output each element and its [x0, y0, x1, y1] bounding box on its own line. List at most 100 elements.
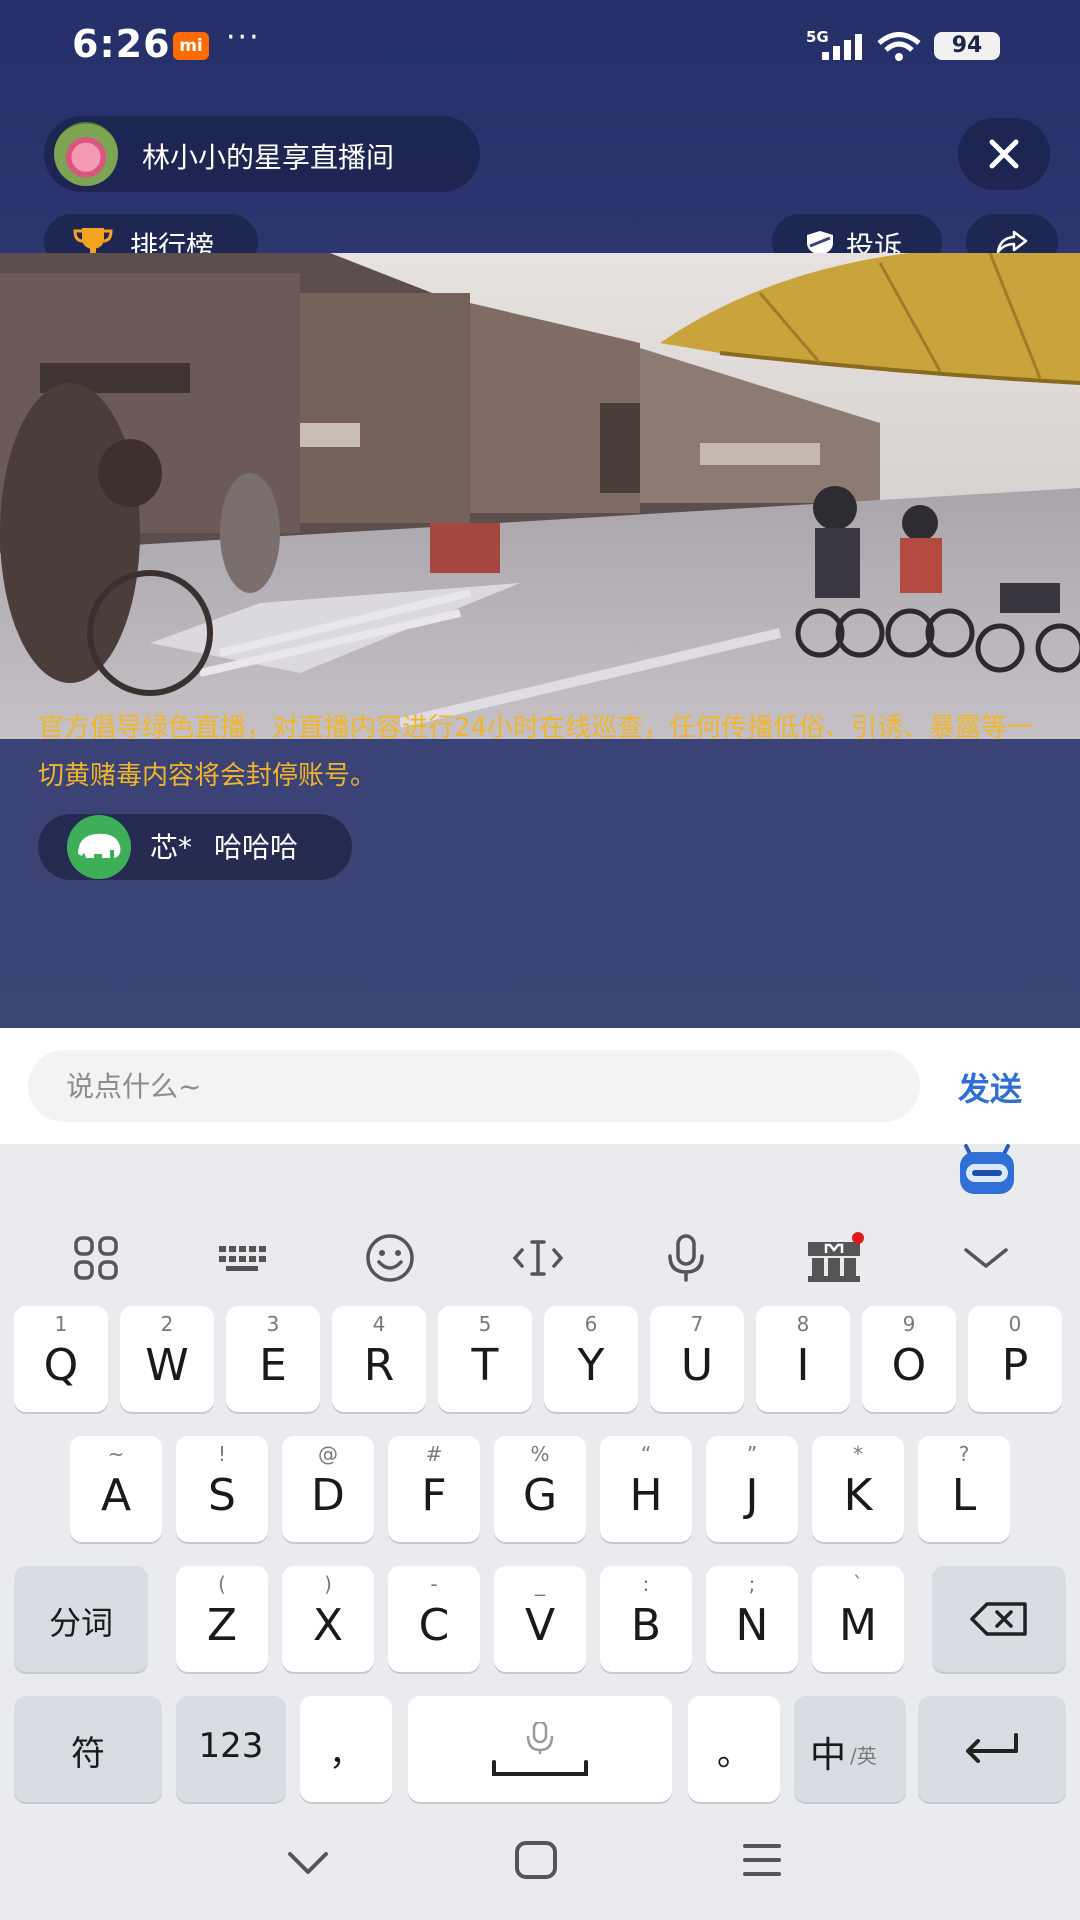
- key-hint: 1: [54, 1312, 68, 1336]
- key-h[interactable]: “H: [600, 1436, 692, 1542]
- key-o[interactable]: 9O: [862, 1306, 956, 1412]
- live-room-area: 6:26 mi ··· 5G 94 林小小的星享直播间 排行榜 投诉 官方倡导绿…: [0, 0, 1080, 1028]
- nav-back-icon[interactable]: [286, 1848, 330, 1878]
- key-v[interactable]: _ V: [494, 1566, 586, 1672]
- key-b[interactable]: :B: [600, 1566, 692, 1672]
- symbols-key[interactable]: 符: [14, 1696, 162, 1802]
- keyboard-layout-icon[interactable]: [216, 1232, 268, 1284]
- key-hint: `: [853, 1572, 863, 1596]
- key-i[interactable]: 8I: [756, 1306, 850, 1412]
- key-hint: 7: [690, 1312, 704, 1336]
- key-hint: :: [642, 1572, 650, 1596]
- comma-label: ，: [329, 1734, 363, 1774]
- key-letter: Z: [206, 1600, 238, 1651]
- key-letter: H: [629, 1470, 663, 1521]
- microphone-icon[interactable]: [660, 1232, 712, 1284]
- key-letter: I: [796, 1340, 810, 1391]
- language-switch-key[interactable]: 中 /英: [794, 1696, 906, 1802]
- enter-icon: [966, 1733, 1018, 1763]
- close-button[interactable]: [958, 118, 1050, 190]
- emoji-icon[interactable]: [364, 1232, 416, 1284]
- key-p[interactable]: 0P: [968, 1306, 1062, 1412]
- key-r[interactable]: 4R: [332, 1306, 426, 1412]
- key-x[interactable]: ) X: [282, 1566, 374, 1672]
- key-letter: Y: [577, 1340, 605, 1391]
- backspace-icon: [970, 1602, 1027, 1636]
- collapse-keyboard-icon[interactable]: [960, 1232, 1012, 1284]
- key-hint: _: [535, 1572, 545, 1596]
- keyboard-toolbar: [0, 1210, 1080, 1302]
- key-j[interactable]: ” J: [706, 1436, 798, 1542]
- numbers-label: 123: [198, 1726, 264, 1766]
- period-label: 。: [717, 1734, 751, 1774]
- key-letter: C: [418, 1600, 450, 1651]
- key-letter: E: [259, 1340, 287, 1391]
- key-a[interactable]: ~ A: [70, 1436, 162, 1542]
- key-w[interactable]: 2W: [120, 1306, 214, 1412]
- signal-icon: [822, 34, 862, 60]
- key-letter: K: [843, 1470, 873, 1521]
- key-hint: ~: [107, 1442, 125, 1466]
- space-key[interactable]: [408, 1696, 672, 1802]
- comma-key[interactable]: ，: [300, 1696, 392, 1802]
- split-word-key[interactable]: 分词: [14, 1566, 148, 1672]
- mi-app-icon: mi: [173, 32, 209, 60]
- numbers-key[interactable]: 123: [176, 1696, 286, 1802]
- key-letter: B: [630, 1600, 662, 1651]
- nav-menu-icon[interactable]: [742, 1842, 782, 1878]
- room-info-pill[interactable]: 林小小的星享直播间: [44, 116, 480, 192]
- key-hint: -: [430, 1572, 438, 1596]
- status-time: 6:26: [72, 22, 171, 66]
- key-letter: J: [745, 1470, 759, 1521]
- key-hint: ?: [958, 1442, 970, 1466]
- send-button[interactable]: 发送: [958, 1064, 1022, 1110]
- key-letter: G: [522, 1470, 558, 1521]
- keyboard-mascot-icon[interactable]: [956, 1144, 1018, 1196]
- key-letter: N: [735, 1600, 769, 1651]
- key-s[interactable]: ! S: [176, 1436, 268, 1542]
- key-n[interactable]: ; N: [706, 1566, 798, 1672]
- key-z[interactable]: (Z: [176, 1566, 268, 1672]
- enter-key[interactable]: [918, 1696, 1066, 1802]
- key-hint: !: [217, 1442, 227, 1466]
- room-title: 林小小的星享直播间: [142, 141, 395, 174]
- key-hint: 6: [584, 1312, 598, 1336]
- theme-store-icon[interactable]: [806, 1232, 866, 1284]
- key-d[interactable]: @ D: [282, 1436, 374, 1542]
- backspace-key[interactable]: [932, 1566, 1066, 1672]
- nav-home-icon[interactable]: [514, 1840, 558, 1880]
- chat-input[interactable]: [28, 1050, 920, 1122]
- apps-grid-icon[interactable]: [70, 1232, 122, 1284]
- cursor-move-icon[interactable]: [512, 1232, 564, 1284]
- key-hint: %: [530, 1442, 550, 1466]
- key-letter: S: [208, 1470, 236, 1521]
- key-letter: R: [363, 1340, 395, 1391]
- live-video[interactable]: [0, 253, 1080, 739]
- key-letter: A: [100, 1470, 132, 1521]
- key-g[interactable]: % G: [494, 1436, 586, 1542]
- key-q[interactable]: 1Q: [14, 1306, 108, 1412]
- key-m[interactable]: ` M: [812, 1566, 904, 1672]
- room-avatar[interactable]: [54, 122, 118, 186]
- key-l[interactable]: ? L: [918, 1436, 1010, 1542]
- chat-message: 芯* 哈哈哈: [38, 814, 352, 880]
- period-key[interactable]: 。: [688, 1696, 780, 1802]
- key-k[interactable]: * K: [812, 1436, 904, 1542]
- key-u[interactable]: 7U: [650, 1306, 744, 1412]
- key-e[interactable]: 3E: [226, 1306, 320, 1412]
- platform-notice: 官方倡导绿色直播，对直播内容进行24小时在线巡查，任何传播低俗、引诱、暴露等一切…: [38, 713, 1034, 791]
- key-hint: 4: [372, 1312, 386, 1336]
- key-hint: 5: [478, 1312, 492, 1336]
- key-letter: T: [471, 1340, 499, 1391]
- key-letter: X: [312, 1600, 344, 1651]
- key-hint: 9: [902, 1312, 916, 1336]
- key-y[interactable]: 6Y: [544, 1306, 638, 1412]
- key-c[interactable]: -C: [388, 1566, 480, 1672]
- key-hint: “: [640, 1442, 652, 1466]
- key-t[interactable]: 5T: [438, 1306, 532, 1412]
- key-hint: ”: [746, 1442, 758, 1466]
- key-hint: 2: [160, 1312, 174, 1336]
- key-hint: @: [318, 1442, 338, 1466]
- key-letter: O: [891, 1340, 927, 1391]
- key-f[interactable]: # F: [388, 1436, 480, 1542]
